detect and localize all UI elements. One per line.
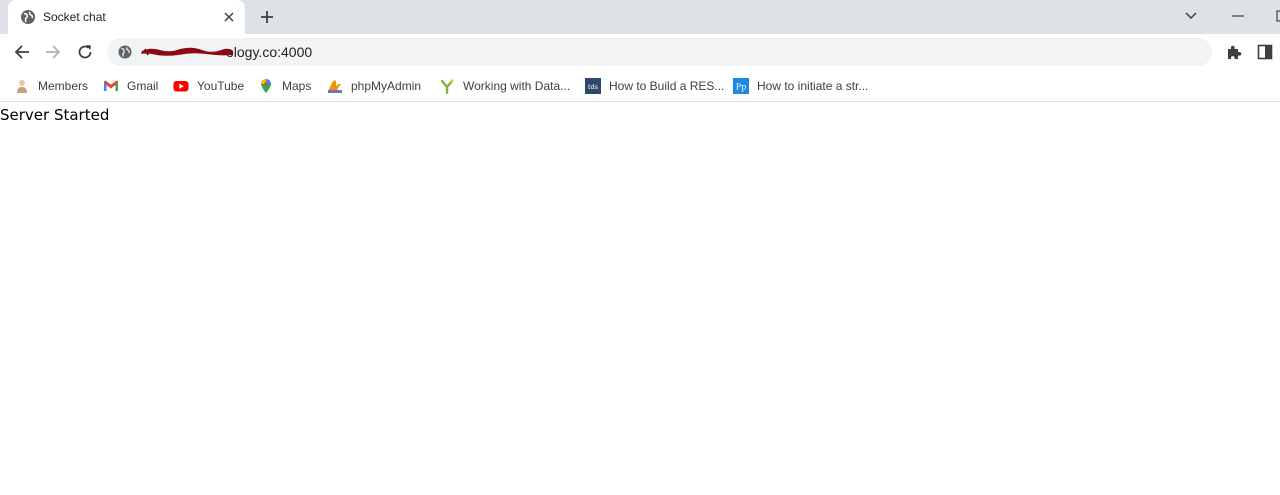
server-status-text: Server Started [0, 106, 110, 124]
svg-text:tds: tds [588, 83, 599, 91]
bookmark-label: How to Build a RES... [609, 79, 725, 93]
address-bar[interactable]: ology.co:4000 [107, 38, 1212, 66]
bookmark-label: phpMyAdmin [351, 79, 422, 93]
tab-strip: Socket chat [0, 0, 1280, 34]
bookmark-gmail[interactable]: Gmail [103, 77, 158, 95]
bookmark-phpmyadmin[interactable]: phpMyAdmin [327, 77, 421, 95]
bookmark-label: YouTube [197, 79, 245, 93]
bookmark-youtube[interactable]: YouTube [173, 77, 244, 95]
bookmark-label: Working with Data... [463, 79, 571, 93]
tds-icon: tds [585, 78, 601, 94]
url-redaction-mark [141, 47, 233, 56]
youtube-icon [173, 78, 189, 94]
bookmark-working-with-data[interactable]: Working with Data... [439, 77, 570, 95]
bookmark-label: Maps [282, 79, 312, 93]
bookmark-maps[interactable]: Maps [258, 77, 311, 95]
reload-icon[interactable] [75, 42, 95, 62]
bookmark-label: How to initiate a str... [757, 79, 869, 93]
y-leaf-icon [439, 78, 455, 94]
bookmark-build-a-rest[interactable]: tds How to Build a RES... [585, 77, 724, 95]
members-icon [14, 78, 30, 94]
pp-icon: Pp [733, 78, 749, 94]
phpmyadmin-icon [327, 78, 343, 94]
browser-toolbar: ology.co:4000 [0, 34, 1280, 70]
svg-text:Pp: Pp [736, 83, 747, 92]
extensions-puzzle-icon[interactable] [1225, 43, 1243, 61]
side-panel-icon[interactable] [1257, 44, 1273, 60]
maps-icon [258, 78, 274, 94]
forward-arrow-icon[interactable] [43, 42, 63, 62]
url-visible-part: ology.co:4000 [226, 44, 313, 60]
globe-icon [20, 9, 36, 25]
site-info-icon[interactable] [117, 44, 133, 60]
bookmark-label: Gmail [127, 79, 159, 93]
minimize-icon[interactable] [1227, 6, 1249, 26]
bookmark-initiate-a-str[interactable]: Pp How to initiate a str... [733, 77, 868, 95]
new-tab-plus-icon[interactable] [257, 7, 277, 27]
maximize-icon[interactable] [1268, 6, 1280, 26]
page-content: Server Started [0, 103, 1280, 495]
gmail-icon [103, 78, 119, 94]
chevron-down-icon[interactable] [1180, 6, 1202, 26]
bookmark-members[interactable]: Members [14, 77, 88, 95]
close-icon[interactable] [221, 9, 237, 25]
bookmarks-bar: Members Gmail YouTube Maps phpMyAdmin Wo… [0, 70, 1280, 102]
bookmark-label: Members [38, 79, 89, 93]
back-arrow-icon[interactable] [12, 42, 32, 62]
tab-title: Socket chat [43, 10, 106, 24]
tab-socket-chat[interactable]: Socket chat [8, 0, 245, 34]
